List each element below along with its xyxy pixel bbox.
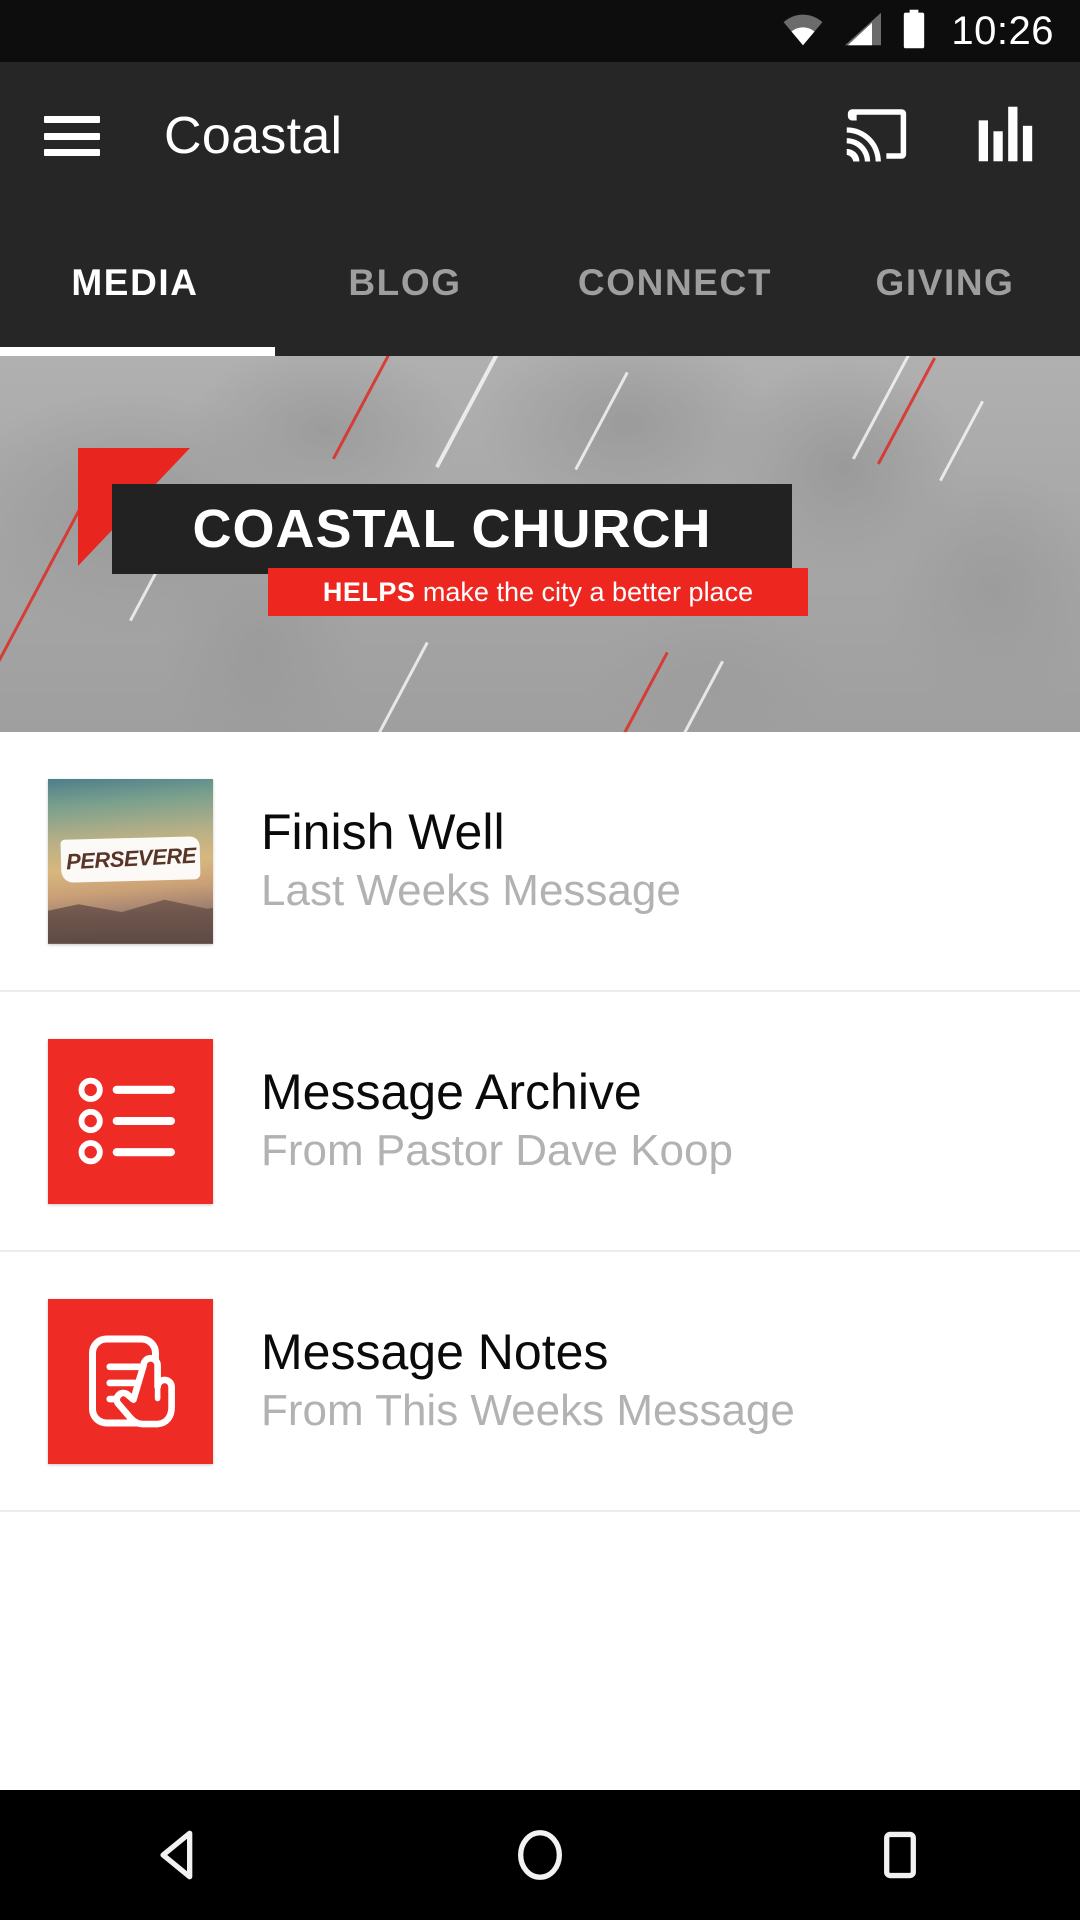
hero-banner[interactable]: COASTAL CHURCH HELPS make the city a bet… <box>0 356 1080 732</box>
media-list: PERSEVERE Finish Well Last Weeks Message <box>0 732 1080 1512</box>
list-item-text: Finish Well Last Weeks Message <box>261 804 681 918</box>
tab-blog[interactable]: BLOG <box>270 210 540 356</box>
recents-icon[interactable] <box>825 1790 975 1920</box>
status-bar-icons <box>781 9 927 54</box>
wifi-icon <box>781 11 825 52</box>
equalizer-icon[interactable] <box>976 105 1036 168</box>
status-bar-clock: 10:26 <box>951 8 1054 53</box>
hero-tagline-rest: make the city a better place <box>415 576 754 607</box>
android-navigation-bar <box>0 1790 1080 1920</box>
chromecast-icon[interactable] <box>844 106 910 167</box>
back-icon[interactable] <box>105 1790 255 1920</box>
bulleted-list-icon <box>48 1038 213 1204</box>
hero-tagline-bold: HELPS <box>322 576 416 607</box>
list-item-subtitle: Last Weeks Message <box>261 866 681 916</box>
status-bar: 10:26 <box>0 0 1080 62</box>
artwork-label: PERSEVERE <box>64 842 197 875</box>
active-tab-indicator <box>0 347 275 356</box>
cellular-signal-icon <box>841 11 885 52</box>
tab-giving[interactable]: GIVING <box>810 210 1080 356</box>
document-tap-icon <box>48 1298 213 1464</box>
list-item-subtitle: From This Weeks Message <box>261 1386 795 1436</box>
page-title: Coastal <box>164 107 343 165</box>
list-item[interactable]: Message Archive From Pastor Dave Koop <box>0 992 1080 1252</box>
battery-icon <box>901 9 927 54</box>
tab-media[interactable]: MEDIA <box>0 210 270 356</box>
list-item-text: Message Notes From This Weeks Message <box>261 1324 795 1438</box>
hamburger-menu-icon[interactable] <box>44 116 100 156</box>
list-item-title: Finish Well <box>261 803 505 860</box>
list-item[interactable]: PERSEVERE Finish Well Last Weeks Message <box>0 732 1080 992</box>
app-bar-actions <box>844 105 1036 168</box>
app-bar: Coastal <box>0 62 1080 210</box>
hero-headline: COASTAL CHURCH <box>192 499 712 559</box>
list-item-title: Message Archive <box>261 1063 642 1120</box>
hero-headline-box: COASTAL CHURCH <box>112 484 792 574</box>
artwork-background: PERSEVERE <box>48 778 213 944</box>
tab-bar: MEDIA BLOG CONNECT GIVING <box>0 210 1080 356</box>
hero-tagline-bar: HELPS make the city a better place <box>268 568 808 616</box>
artwork-hill <box>48 899 213 944</box>
list-item[interactable]: Message Notes From This Weeks Message <box>0 1252 1080 1512</box>
tab-connect[interactable]: CONNECT <box>540 210 810 356</box>
home-icon[interactable] <box>465 1790 615 1920</box>
list-item-subtitle: From Pastor Dave Koop <box>261 1126 733 1176</box>
hero-tagline: HELPS make the city a better place <box>323 577 753 608</box>
app-screen: 10:26 Coastal MEDIA BLOG CONNECT GIVING … <box>0 0 1080 1920</box>
list-item-text: Message Archive From Pastor Dave Koop <box>261 1064 733 1178</box>
message-artwork-thumbnail: PERSEVERE <box>48 778 213 944</box>
list-item-title: Message Notes <box>261 1323 609 1380</box>
